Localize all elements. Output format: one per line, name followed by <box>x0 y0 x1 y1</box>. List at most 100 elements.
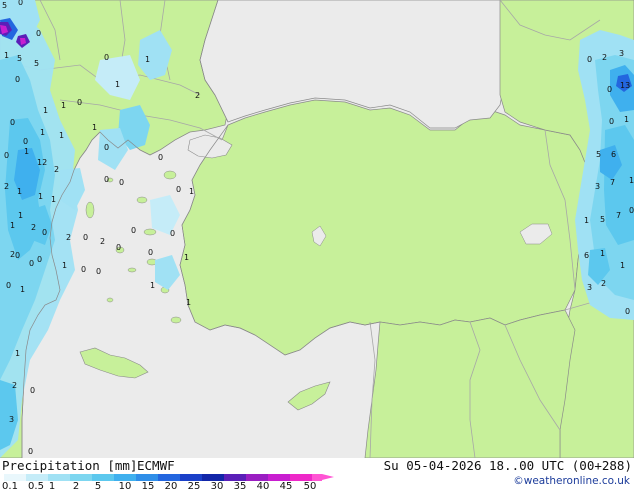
precip-value-label: 0 <box>116 243 121 252</box>
color-scale-swatch <box>136 474 158 481</box>
precip-value-label: 2 <box>601 279 606 288</box>
precip-value-label: 2 <box>31 223 36 232</box>
color-scale-tick: 1 <box>48 481 56 492</box>
precip-value-label: 1 <box>629 176 634 185</box>
precip-value-label: 5 <box>34 59 39 68</box>
precip-value-label: 6 <box>584 251 589 260</box>
color-scale-tick: 5 <box>94 481 102 492</box>
precip-value-label: 1 <box>43 106 48 115</box>
precip-value-label: 0 <box>629 206 634 215</box>
precip-value-label: 1 <box>189 187 194 196</box>
precip-value-label: 1 <box>150 281 155 290</box>
color-scale-tick: 50 <box>303 481 317 492</box>
color-scale: 0.1 0.5 1 2 5 10 15 20 25 30 35 40 45 50 <box>0 474 334 492</box>
color-scale-swatch <box>290 474 312 481</box>
precip-value-label: 0 <box>131 226 136 235</box>
color-scale-swatch <box>114 474 136 481</box>
map-canvas: 05015051101101 10212210001112121002 220010… <box>0 0 634 458</box>
precip-value-label: 0 <box>28 447 33 456</box>
precip-value-label: 0 <box>15 251 20 260</box>
precip-value-label: 0 <box>36 29 41 38</box>
precip-value-label: 1 <box>51 195 56 204</box>
precip-value-label: 2 <box>12 381 17 390</box>
precip-value-label: 0 <box>10 118 15 127</box>
precip-value-label: 1 <box>40 128 45 137</box>
credit-link[interactable]: ©weatheronline.co.uk <box>513 475 630 487</box>
legend-bar: Precipitation [mm] ECMWF Su 05-04-2026 1… <box>0 458 634 492</box>
color-scale-tick: 40 <box>256 481 270 492</box>
precip-value-label: 1 <box>600 249 605 258</box>
color-scale-swatch <box>180 474 202 481</box>
precip-value-label: 13 <box>620 81 630 90</box>
color-scale-tick: 0.5 <box>28 481 44 492</box>
precip-value-label: 1 <box>184 253 189 262</box>
precipitation-map: 0 5 0 1 5 0 5 1 1 0 1 1 0 1 1 0 2 12 2 1 0 0 0 1 1 1 2 1 2 1 0 0 2 2 2 0 0 1 0… <box>0 0 634 458</box>
precip-value-label: 0 <box>119 178 124 187</box>
color-scale-swatch <box>92 474 114 481</box>
precip-value-label: 1 <box>62 261 67 270</box>
precip-value-label: 1 <box>24 147 29 156</box>
precip-value-label: 0 <box>30 386 35 395</box>
color-scale-swatch <box>26 474 48 481</box>
precip-value-label: 1 <box>4 51 9 60</box>
precip-value-label: 1 <box>59 131 64 140</box>
precip-value-label: 12 <box>37 158 47 167</box>
color-scale-tick: 10 <box>118 481 132 492</box>
precip-value-label: 7 <box>610 178 615 187</box>
precip-value-label: 3 <box>595 182 600 191</box>
precip-value-label: 1 <box>624 115 629 124</box>
precip-value-label: 1 <box>20 285 25 294</box>
precip-value-label: 0 <box>148 248 153 257</box>
precip-value-label: 1 <box>620 261 625 270</box>
precip-value-label: 0 <box>609 117 614 126</box>
color-scale-swatch <box>48 474 70 481</box>
precip-value-label: 1 <box>38 192 43 201</box>
color-scale-swatch <box>4 474 26 481</box>
precip-value-label: 0 <box>42 228 47 237</box>
color-scale-swatch <box>202 474 224 481</box>
precip-value-label: 0 <box>170 229 175 238</box>
precip-value-label: 1 <box>186 298 191 307</box>
precip-value-label: 2 <box>602 53 607 62</box>
precip-value-label: 1 <box>145 55 150 64</box>
precip-value-label: 0 <box>625 307 630 316</box>
precip-value-label: 0 <box>18 0 23 7</box>
precip-value-label: 1 <box>15 349 20 358</box>
color-scale-swatch <box>158 474 180 481</box>
precip-value-label: 1 <box>17 187 22 196</box>
color-scale-swatch <box>70 474 92 481</box>
precip-value-label: 0 <box>607 85 612 94</box>
precip-value-label: 0 <box>104 175 109 184</box>
color-scale-tick: 30 <box>210 481 224 492</box>
precip-value-label: 3 <box>587 283 592 292</box>
color-scale-tick: 0.1 <box>2 481 18 492</box>
precip-value-label: 2 <box>100 237 105 246</box>
precip-value-label: 0 <box>104 143 109 152</box>
run-info: Su 05-04-2026 18..00 UTC (00+288) <box>383 458 632 473</box>
precip-value-label: 1 <box>10 221 15 230</box>
precip-value-label: 0 <box>4 151 9 160</box>
precip-value-label: 5 <box>2 1 7 10</box>
precip-value-label: 2 <box>10 250 15 259</box>
precip-value-label: 0 <box>77 98 82 107</box>
color-scale-tick: 25 <box>187 481 201 492</box>
precip-value-label: 0 <box>587 55 592 64</box>
color-scale-swatch <box>246 474 268 481</box>
precip-value-label: 0 <box>176 185 181 194</box>
precip-value-label: 3 <box>619 49 624 58</box>
color-scale-tick: 2 <box>72 481 80 492</box>
precip-value-label: 1 <box>61 101 66 110</box>
precip-value-label: 2 <box>66 233 71 242</box>
precip-value-label: 0 <box>29 259 34 268</box>
precip-field-east <box>575 30 634 320</box>
precip-value-label: 2 <box>195 91 200 100</box>
precip-value-label: 5 <box>600 215 605 224</box>
color-scale-swatch <box>268 474 290 481</box>
color-scale-tick: 45 <box>279 481 293 492</box>
color-scale-tick: 15 <box>141 481 155 492</box>
precip-value-label: 0 <box>158 153 163 162</box>
precip-value-label: 5 <box>17 54 22 63</box>
precip-value-label: 1 <box>584 216 589 225</box>
precip-value-label: 0 <box>23 137 28 146</box>
precip-value-label: 0 <box>96 267 101 276</box>
